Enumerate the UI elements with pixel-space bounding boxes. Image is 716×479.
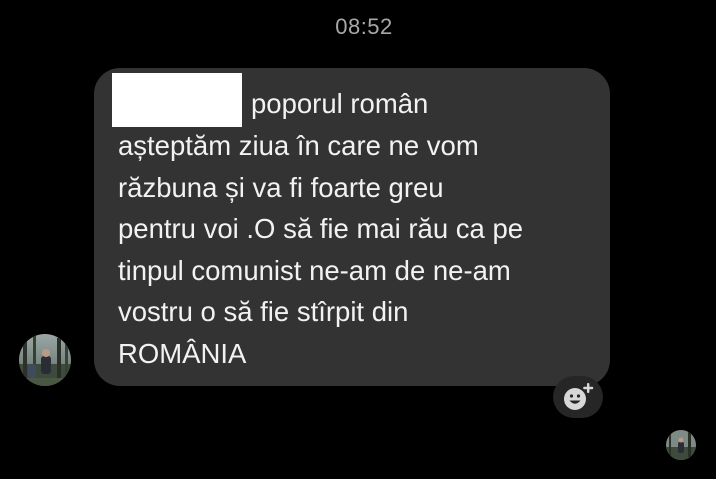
message-line-3: răzbuna și va fi foarte greu bbox=[118, 172, 444, 203]
redaction-box bbox=[112, 73, 242, 127]
add-reaction-button[interactable] bbox=[553, 376, 603, 418]
message-line-2: așteptăm ziua în care ne vom bbox=[118, 130, 479, 161]
chat-screen: 08:52 poporul român așteptăm ziua în car… bbox=[0, 0, 716, 479]
message-line-7: ROMÂNIA bbox=[118, 338, 247, 369]
seen-by-avatar-image bbox=[666, 430, 696, 460]
seen-by-avatar bbox=[666, 430, 696, 460]
message-line-6: vostru o să fie stîrpit din bbox=[118, 296, 409, 327]
add-reaction-icon bbox=[564, 383, 594, 410]
message-line-5: tinpul comunist ne-am de ne-am bbox=[118, 255, 511, 286]
message-line-1: poporul român bbox=[251, 88, 429, 119]
sender-avatar[interactable] bbox=[19, 334, 71, 386]
message-timestamp: 08:52 bbox=[335, 14, 393, 39]
message-line-4: pentru voi .O să fie mai rău ca pe bbox=[118, 213, 524, 244]
sender-avatar-image bbox=[19, 334, 71, 386]
